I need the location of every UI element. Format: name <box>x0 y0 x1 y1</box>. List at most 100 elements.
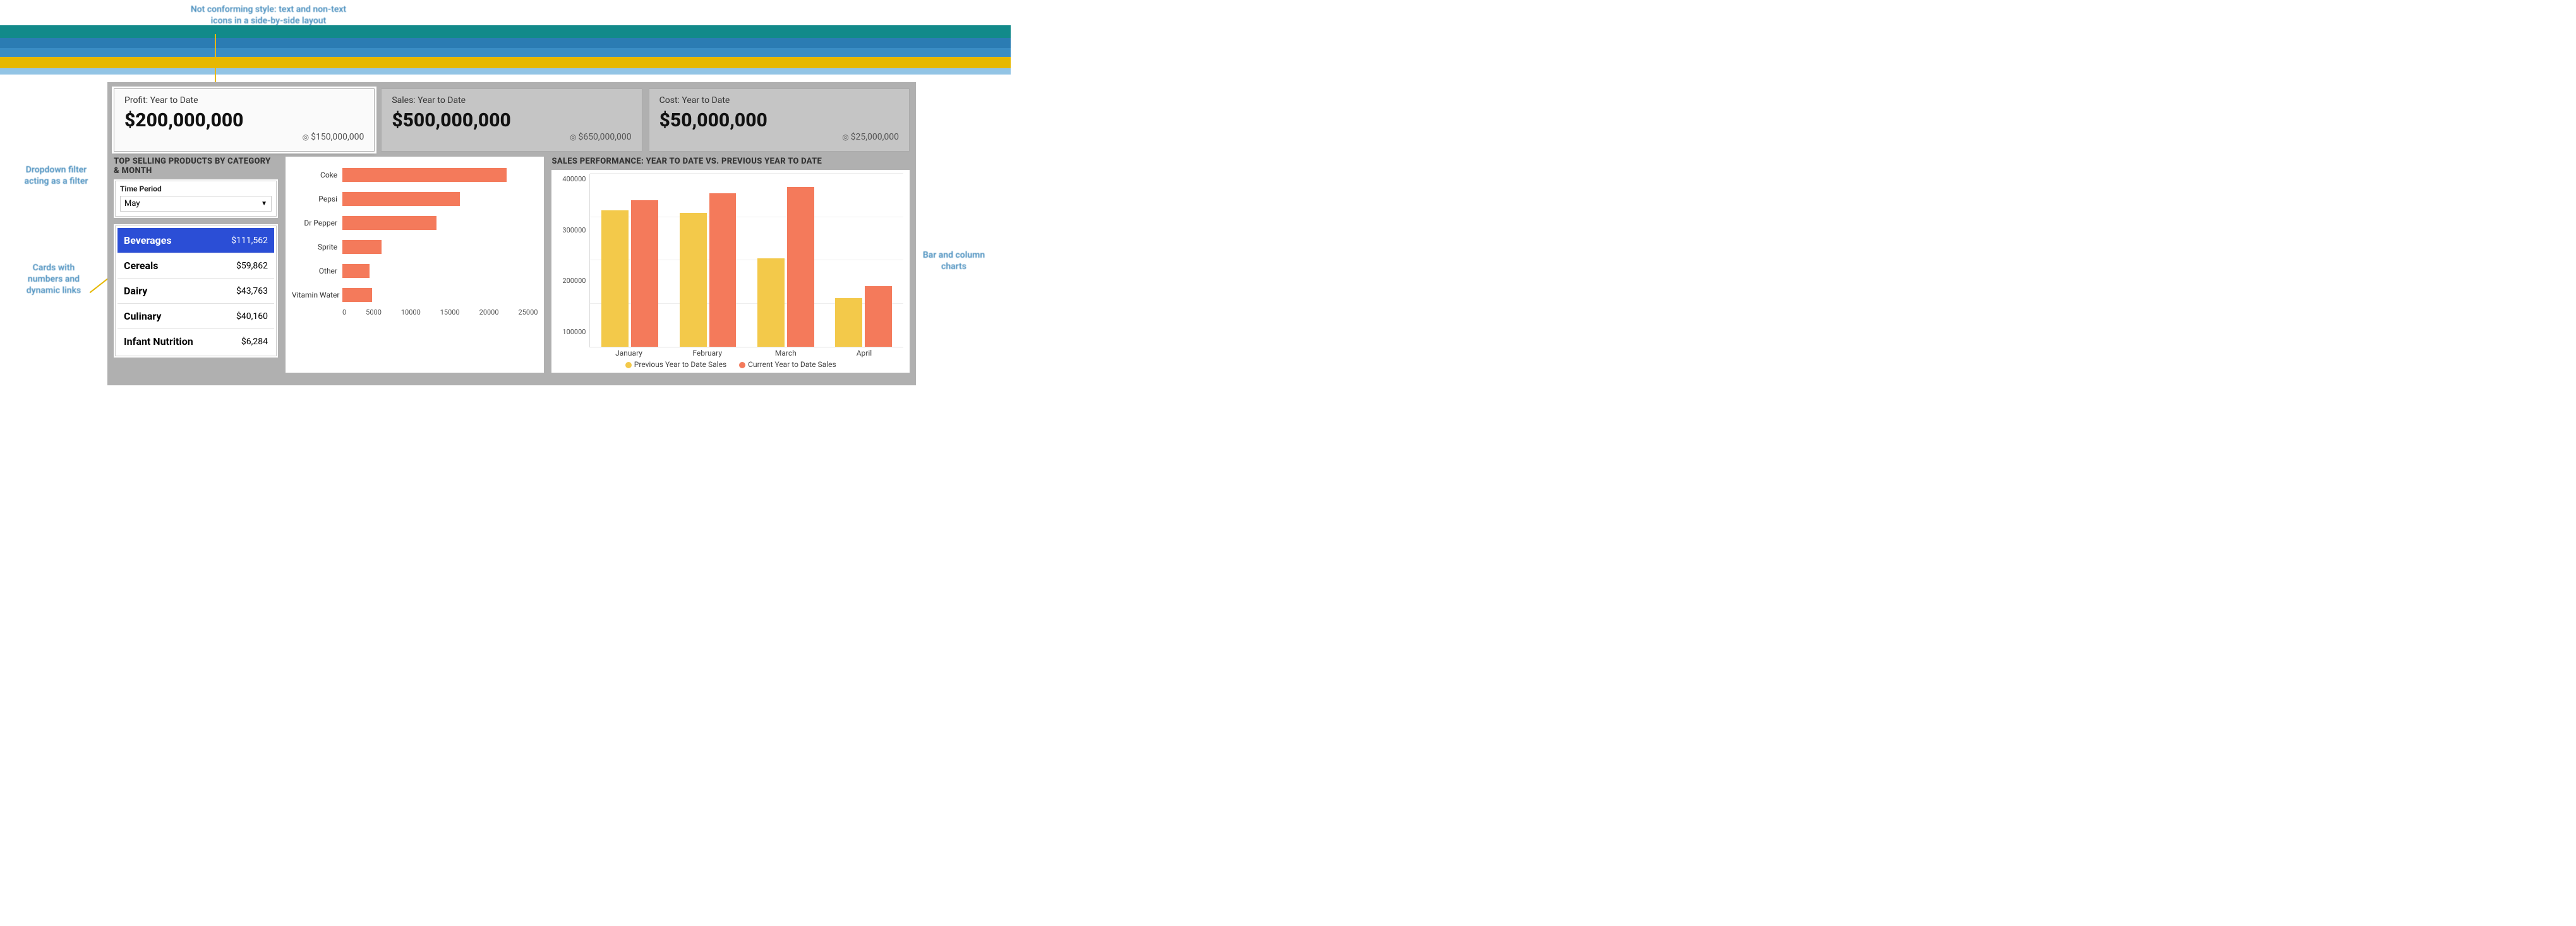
section-title-sales: SALES PERFORMANCE: YEAR TO DATE VS. PREV… <box>551 157 910 166</box>
category-card[interactable]: Dairy $43,763 <box>117 279 274 304</box>
time-period-select[interactable]: May ▼ <box>120 196 272 212</box>
x-tick: 20000 <box>479 308 499 316</box>
bar-group <box>677 174 738 347</box>
bar-current <box>865 286 892 347</box>
hbar-label: Dr Pepper <box>292 219 342 227</box>
x-tick: 25000 <box>519 308 538 316</box>
x-tick: 10000 <box>401 308 421 316</box>
hbar-label: Sprite <box>292 243 342 251</box>
category-value: $6,284 <box>241 337 268 347</box>
y-tick: 100000 <box>562 328 586 336</box>
kpi-value: $50,000,000 <box>659 109 899 131</box>
decor-stripe <box>0 38 1011 48</box>
legend-item: Previous Year to Date Sales <box>625 360 726 369</box>
bar-group <box>599 174 660 347</box>
kpi-target: $25,000,000 <box>842 132 899 142</box>
time-period-filter: Time Period May ▼ <box>114 179 278 218</box>
chevron-down-icon: ▼ <box>261 200 267 207</box>
decor-stripe <box>0 48 1011 57</box>
hbar-row: Sprite <box>292 235 538 259</box>
hbar-fill <box>342 264 370 278</box>
kpi-target: $150,000,000 <box>303 132 364 142</box>
filter-label: Time Period <box>120 184 272 193</box>
kpi-target: $650,000,000 <box>570 132 632 142</box>
kpi-row: Profit: Year to Date $200,000,000$150,000… <box>114 88 910 152</box>
kpi-label: Sales: Year to Date <box>392 95 631 105</box>
category-card[interactable]: Culinary $40,160 <box>117 304 274 329</box>
category-value: $43,763 <box>236 286 268 296</box>
category-name: Beverages <box>124 234 172 246</box>
category-card[interactable]: Infant Nutrition $6,284 <box>117 329 274 354</box>
x-label: April <box>825 349 903 358</box>
hbar-row: Dr Pepper <box>292 211 538 235</box>
hbar-fill <box>342 288 372 302</box>
bar-previous <box>680 213 707 347</box>
right-column: SALES PERFORMANCE: YEAR TO DATE VS. PREV… <box>551 157 910 373</box>
category-value: $59,862 <box>236 261 268 271</box>
decor-stripe <box>0 68 1011 75</box>
hbar-label: Pepsi <box>292 195 342 203</box>
hbar-row: Coke <box>292 163 538 187</box>
hbar-label: Other <box>292 267 342 275</box>
dashboard-panel: Profit: Year to Date $200,000,000$150,000… <box>107 82 916 385</box>
bar-group <box>755 174 816 347</box>
category-value: $40,160 <box>236 311 268 322</box>
kpi-label: Cost: Year to Date <box>659 95 899 105</box>
bar-current <box>631 200 658 347</box>
bar-current <box>787 187 814 347</box>
hbar-label: Vitamin Water <box>292 291 342 299</box>
hbar-row: Pepsi <box>292 187 538 211</box>
category-card[interactable]: Cereals $59,862 <box>117 253 274 279</box>
kpi-label: Profit: Year to Date <box>124 95 364 105</box>
x-axis: 0 5000 10000 15000 20000 25000 <box>342 307 538 316</box>
x-tick: 15000 <box>440 308 460 316</box>
x-tick: 5000 <box>366 308 382 316</box>
x-label: March <box>747 349 825 358</box>
kpi-value: $200,000,000 <box>124 109 364 131</box>
decor-stripe <box>0 57 1011 68</box>
category-name: Dairy <box>124 285 147 297</box>
chart-legend: Previous Year to Date Sales Current Year … <box>558 358 903 370</box>
section-title-products: TOP SELLING PRODUCTS BY CATEGORY & MONTH <box>114 157 278 176</box>
bar-group <box>833 174 894 347</box>
hbar-fill <box>342 192 460 206</box>
grouped-bars <box>589 174 903 347</box>
annotation-cards: Cards with numbers and dynamic links <box>19 262 88 297</box>
y-tick: 300000 <box>562 226 586 234</box>
hbar-fill <box>342 240 382 254</box>
bar-current <box>709 193 737 347</box>
y-axis: 400000 300000 200000 100000 <box>558 174 589 347</box>
y-tick: 200000 <box>562 277 586 285</box>
category-card[interactable]: Beverages $111,562 <box>117 228 274 253</box>
category-name: Culinary <box>124 310 161 322</box>
category-name: Infant Nutrition <box>124 335 193 347</box>
annotation-charts: Bar and column charts <box>910 250 998 272</box>
kpi-card[interactable]: Cost: Year to Date $50,000,000$25,000,000 <box>649 88 910 152</box>
hbar-fill <box>342 168 507 182</box>
hbar-row: Other <box>292 259 538 283</box>
kpi-card[interactable]: Profit: Year to Date $200,000,000$150,000… <box>114 88 375 152</box>
legend-swatch-icon <box>625 362 632 368</box>
hbar-fill <box>342 216 436 230</box>
category-name: Cereals <box>124 260 158 272</box>
bar-previous <box>835 298 862 347</box>
hbar-label: Coke <box>292 171 342 179</box>
filter-value: May <box>124 199 140 208</box>
decor-stripe <box>0 25 1011 38</box>
products-bar-chart: Coke Pepsi Dr Pepper Sprite Other Vitamin Wat… <box>286 157 544 373</box>
kpi-card[interactable]: Sales: Year to Date $500,000,000$650,000,… <box>381 88 642 152</box>
category-value: $111,562 <box>231 236 268 246</box>
hbar-row: Vitamin Water <box>292 283 538 307</box>
legend-item: Current Year to Date Sales <box>739 360 836 369</box>
x-tick: 0 <box>342 308 346 316</box>
annotation-dropdown: Dropdown filter acting as a filter <box>21 164 91 187</box>
y-tick: 400000 <box>562 175 586 183</box>
bar-previous <box>601 210 629 347</box>
bar-previous <box>757 258 785 347</box>
x-label: February <box>668 349 747 358</box>
sales-performance-chart: 400000 300000 200000 100000 JanuaryFebruary… <box>551 170 910 373</box>
annotation-nonconforming: Not conforming style: text and non-text … <box>190 4 347 27</box>
kpi-value: $500,000,000 <box>392 109 631 131</box>
x-label: January <box>589 349 668 358</box>
category-card-list: Beverages $111,562 Cereals $59,862 Dairy $43,… <box>114 224 278 358</box>
